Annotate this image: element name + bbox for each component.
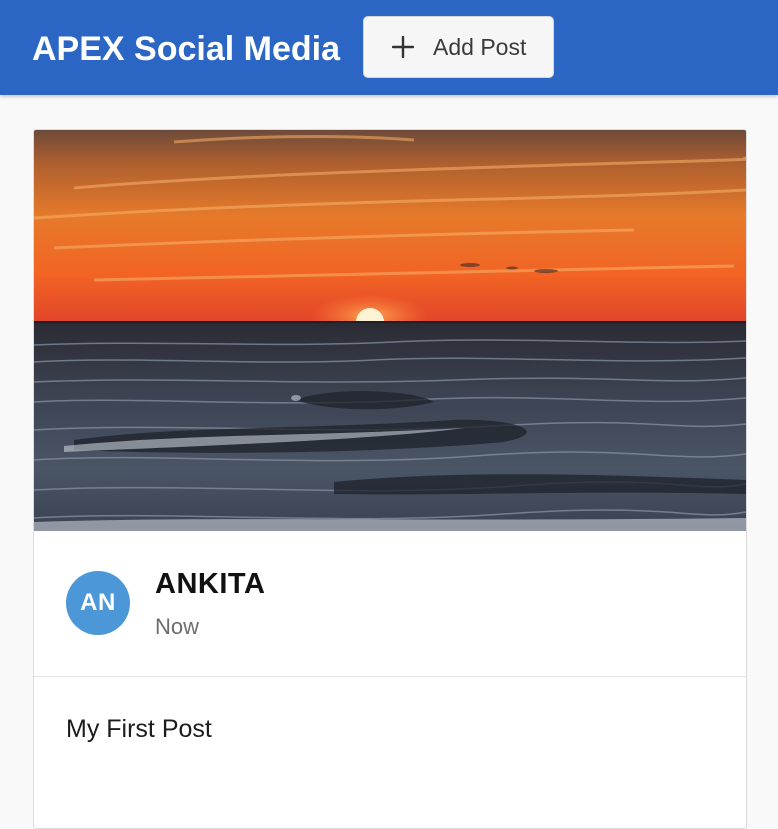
app-title: APEX Social Media (32, 30, 340, 68)
post-meta: AN ANKITA Now (34, 531, 746, 677)
post-card: AN ANKITA Now My First Post (33, 129, 747, 829)
avatar: AN (66, 571, 130, 635)
post-time: Now (155, 614, 200, 639)
add-post-label: Add Post (433, 33, 527, 60)
post-text: My First Post (66, 715, 212, 743)
add-post-button[interactable]: Add Post (363, 16, 554, 78)
post-author: ANKITA (155, 568, 266, 600)
post-image (34, 130, 746, 531)
plus-icon (392, 36, 414, 58)
app-header: APEX Social Media Add Post (0, 0, 778, 95)
